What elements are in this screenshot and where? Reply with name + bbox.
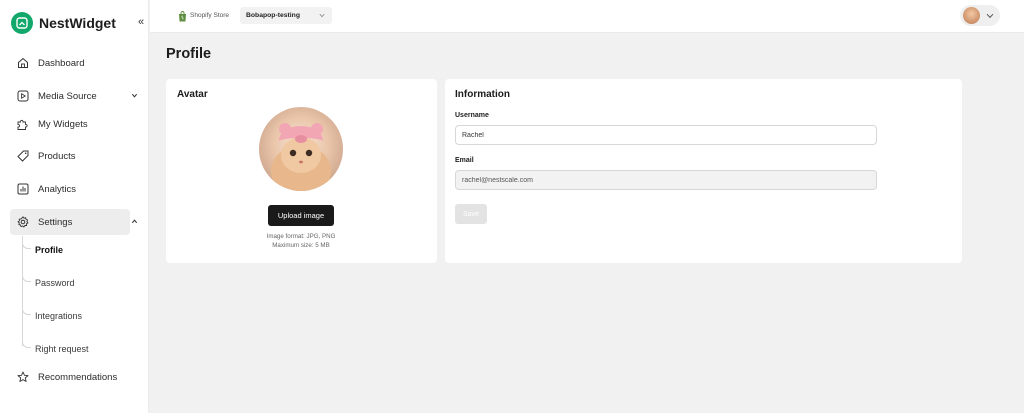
sidebar-item-label: Recommendations (38, 371, 118, 383)
play-icon (16, 90, 29, 103)
tag-icon (16, 150, 29, 163)
avatar (963, 7, 980, 24)
brand-name: NestWidget (39, 15, 116, 31)
email-label: Email (455, 157, 474, 164)
sidebar-item-label: Dashboard (38, 57, 85, 69)
nestwidget-logo-icon (11, 12, 33, 34)
page-title: Profile (166, 46, 212, 62)
sidebar-subitem-right-request[interactable]: Right request (35, 344, 89, 354)
sidebar-item-analytics[interactable]: Analytics (10, 176, 130, 202)
sidebar-item-label: My Widgets (38, 118, 88, 130)
sidebar-item-my-widgets[interactable]: My Widgets (10, 111, 130, 137)
sidebar-item-settings[interactable]: Settings (10, 209, 138, 235)
gear-icon (16, 216, 29, 229)
brand[interactable]: NestWidget (11, 11, 116, 35)
sidebar-item-dashboard[interactable]: Dashboard (10, 50, 130, 76)
submenu-branch (22, 342, 31, 348)
information-card-title: Information (455, 89, 510, 100)
sidebar-item-label: Media Source (38, 90, 97, 102)
top-bar: Shopify Store Bobapop-testing (150, 0, 1024, 33)
sidebar-item-recommendations[interactable]: Recommendations (10, 364, 130, 390)
sidebar-item-label: Analytics (38, 183, 77, 195)
submenu-branch (22, 243, 31, 249)
store-select[interactable]: Bobapop-testing (240, 7, 332, 24)
puzzle-icon (16, 118, 29, 131)
chevron-down-icon[interactable] (131, 92, 138, 99)
shopify-bag-icon (179, 11, 186, 22)
sidebar-item-media-source[interactable]: Media Source (10, 83, 138, 109)
upload-image-button[interactable]: Upload image (268, 205, 334, 226)
store-select-value: Bobapop-testing (246, 12, 300, 19)
username-label: Username (455, 112, 489, 119)
image-format-hint: Image format: JPG, PNG (266, 233, 336, 240)
sidebar-subitem-password[interactable]: Password (35, 278, 75, 288)
email-field (455, 170, 877, 190)
sidebar-subitem-profile[interactable]: Profile (35, 245, 63, 255)
collapse-sidebar-icon[interactable]: « (138, 16, 144, 28)
avatar-card-title: Avatar (177, 89, 208, 100)
username-field[interactable] (455, 125, 877, 145)
submenu-branch (22, 309, 31, 315)
sidebar-item-label: Settings (38, 216, 73, 228)
account-menu[interactable] (960, 5, 1000, 26)
star-icon (16, 371, 29, 384)
sidebar-item-label: Products (38, 150, 76, 162)
save-button[interactable]: Save (455, 204, 487, 224)
image-size-hint: Maximum size: 5 MB (272, 242, 330, 249)
home-icon (16, 57, 29, 70)
submenu-tree-line (22, 236, 23, 346)
profile-avatar-image (259, 107, 343, 191)
sidebar-subitem-integrations[interactable]: Integrations (35, 311, 82, 321)
store-label: Shopify Store (190, 12, 230, 19)
chevron-down-icon (319, 13, 325, 18)
sidebar: NestWidget « Dashboard Media Source My W… (0, 0, 149, 413)
chevron-up-icon[interactable] (131, 218, 138, 225)
chevron-down-icon (986, 13, 994, 19)
submenu-branch (22, 276, 31, 282)
chart-icon (16, 183, 29, 196)
sidebar-item-products[interactable]: Products (10, 143, 130, 169)
